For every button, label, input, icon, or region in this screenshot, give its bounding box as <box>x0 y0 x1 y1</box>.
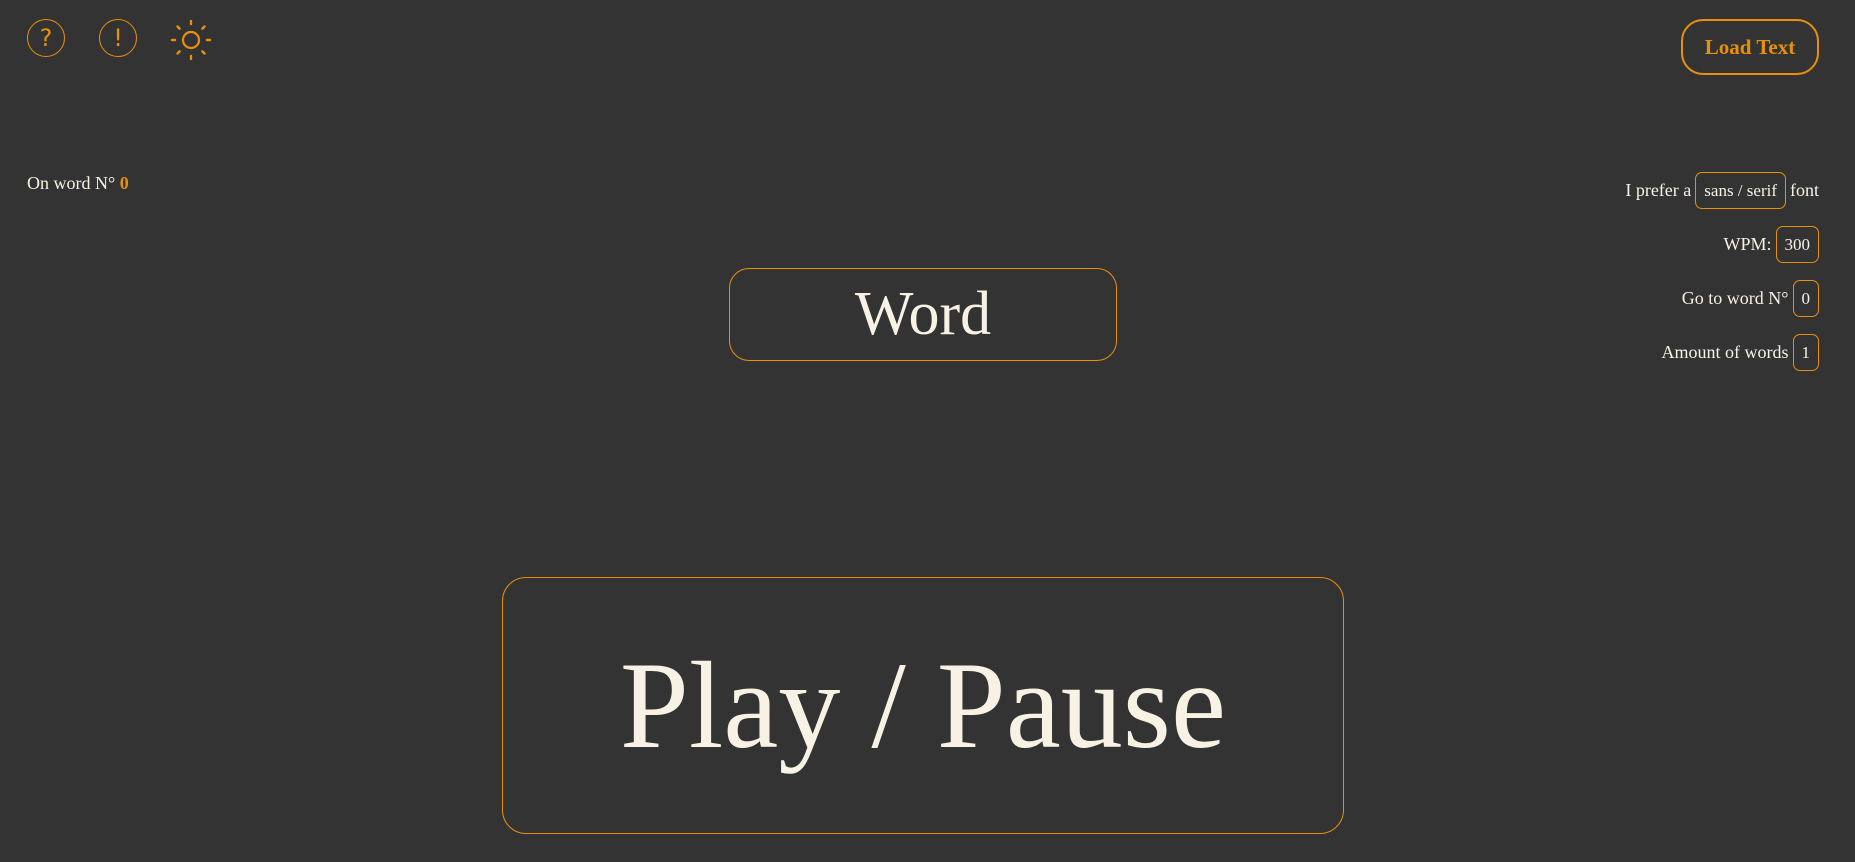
font-preference-suffix: font <box>1790 180 1819 200</box>
wpm-label: WPM: <box>1723 234 1772 254</box>
amount-of-words-input[interactable]: 1 <box>1792 334 1819 371</box>
amount-of-words-label: Amount of words <box>1661 342 1789 362</box>
play-pause-button[interactable]: Play / Pause <box>502 577 1344 834</box>
word-display: Word <box>729 268 1117 361</box>
goto-word-row: Go to word N° 0 <box>1682 280 1819 317</box>
font-preference-row: I prefer a sans / serif font <box>1625 172 1819 209</box>
wpm-input[interactable]: 300 <box>1775 226 1819 263</box>
goto-word-input[interactable]: 0 <box>1792 280 1819 317</box>
font-preference-prefix: I prefer a <box>1625 180 1692 200</box>
info-icon[interactable]: ! <box>99 19 137 57</box>
font-toggle-button[interactable]: sans / serif <box>1695 172 1786 209</box>
sun-icon[interactable] <box>170 19 212 61</box>
amount-of-words-row: Amount of words 1 <box>1661 334 1819 371</box>
word-counter-value: 0 <box>119 173 129 193</box>
word-counter-label: On word N° <box>27 173 116 193</box>
goto-word-label: Go to word N° <box>1681 288 1789 308</box>
help-icon[interactable]: ? <box>27 19 65 57</box>
wpm-row: WPM: 300 <box>1723 226 1819 263</box>
load-text-button[interactable]: Load Text <box>1681 19 1819 75</box>
word-counter: On word N° 0 <box>27 173 129 194</box>
